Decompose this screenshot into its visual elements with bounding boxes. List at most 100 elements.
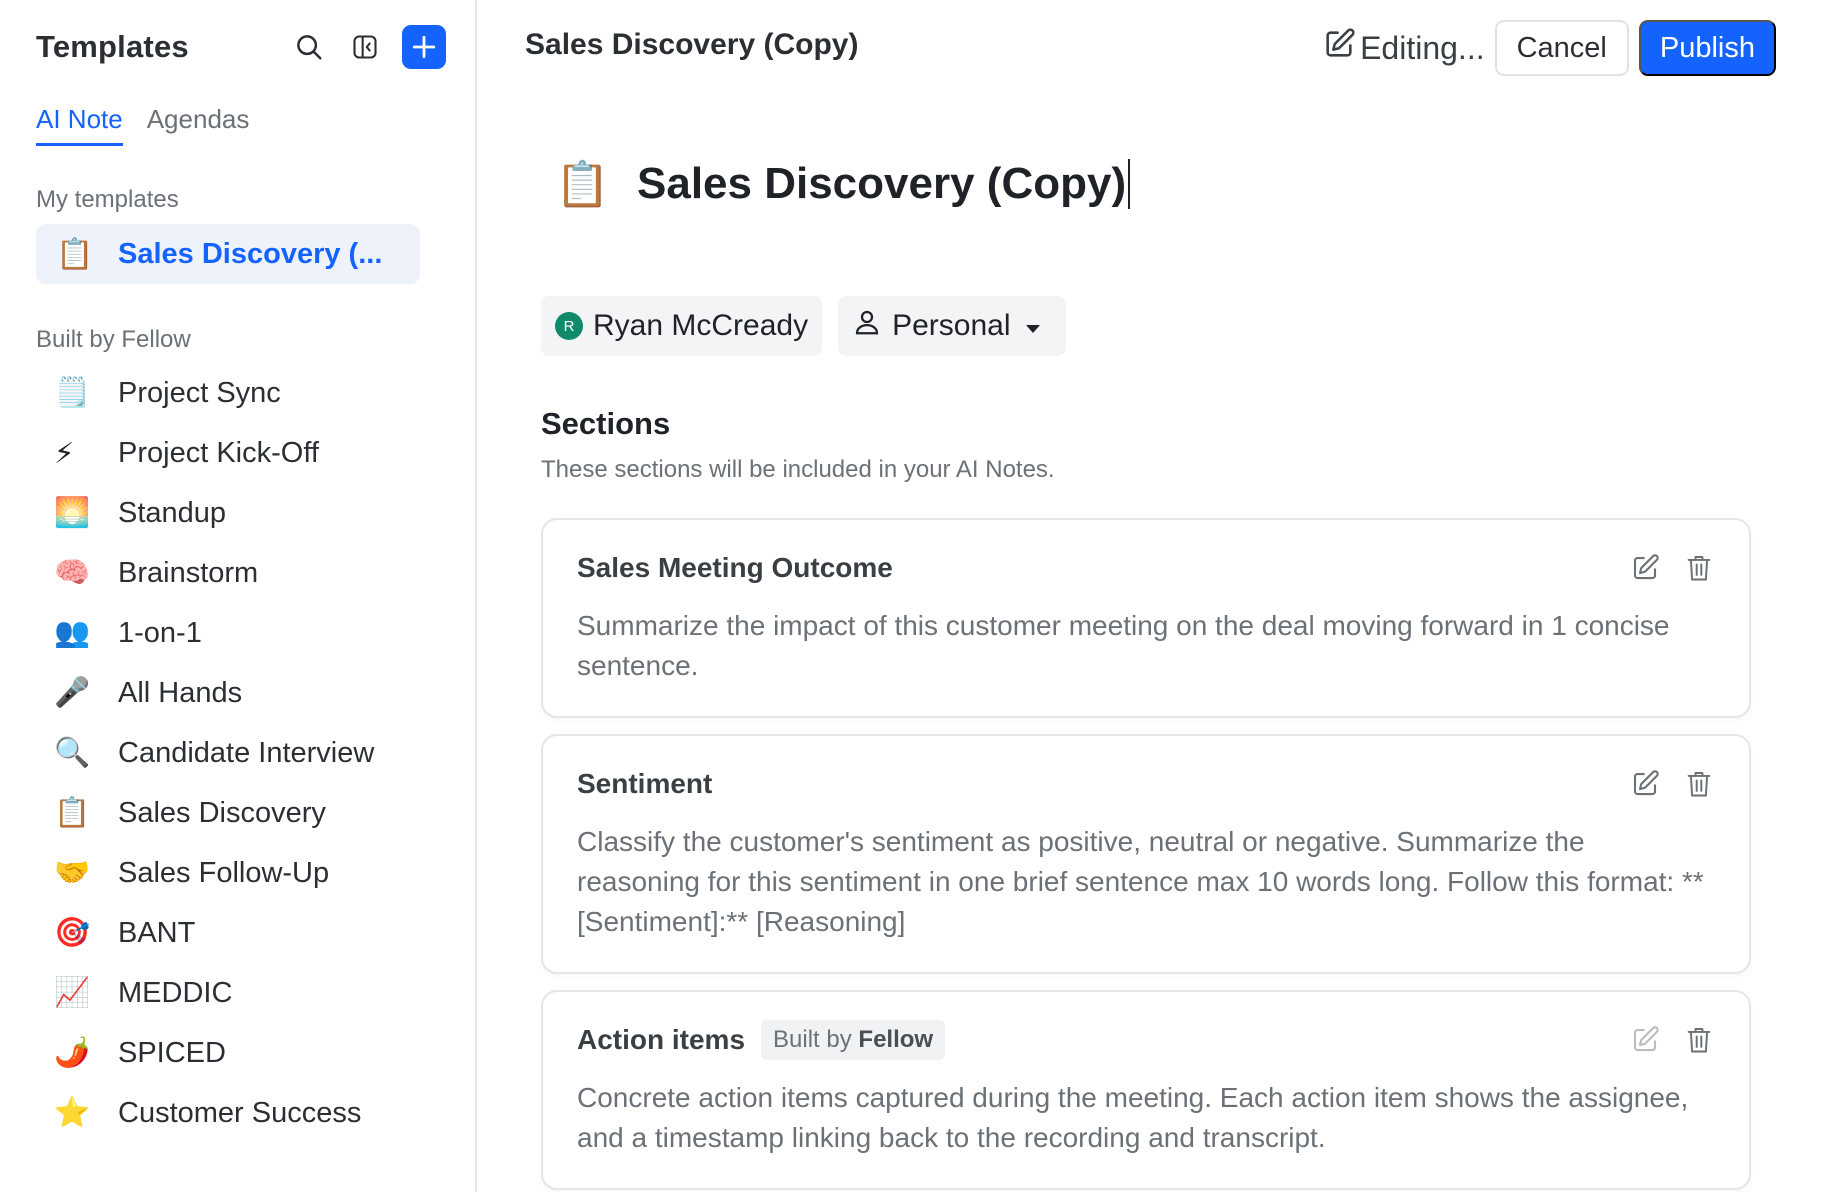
chili-pepper-icon: 🌶️ [54, 1037, 91, 1069]
sidebar: Templates AI Note Agendas My templates 📋… [0, 0, 477, 1192]
add-template-button[interactable] [402, 25, 446, 69]
section-card[interactable]: Sales Meeting Outcome Summarize the impac… [541, 518, 1751, 718]
sidebar-item-brainstorm[interactable]: 🧠 Brainstorm [36, 543, 436, 603]
section-header: Sales Meeting Outcome [577, 548, 1715, 588]
sidebar-item-all-hands[interactable]: 🎤 All Hands [36, 663, 436, 723]
app-root: Templates AI Note Agendas My templates 📋… [0, 0, 1822, 1192]
trash-icon[interactable] [1683, 768, 1715, 800]
template-tabs: AI Note Agendas [36, 104, 249, 146]
sidebar-item-label: Brainstorm [118, 556, 259, 589]
sidebar-item-label: MEDDIC [118, 976, 233, 1009]
my-templates-label: My templates [36, 186, 179, 213]
edit-icon[interactable] [1629, 768, 1661, 800]
lightning-icon: ⚡ [54, 437, 75, 470]
sidebar-item-label: 1-on-1 [118, 616, 202, 649]
section-card[interactable]: Sentiment Classify the customer's sentime… [541, 734, 1751, 974]
notepad-icon: 🗒️ [54, 377, 91, 409]
section-actions [1629, 1024, 1715, 1056]
search-icon[interactable] [286, 24, 332, 70]
star-icon: ⭐ [54, 1097, 91, 1129]
sidebar-item-sales-follow-up[interactable]: 🤝 Sales Follow-Up [36, 843, 436, 903]
sidebar-item-label: SPICED [118, 1036, 226, 1069]
sidebar-item-meddic[interactable]: 📈 MEDDIC [36, 963, 436, 1023]
sidebar-item-sales-discovery[interactable]: 📋 Sales Discovery [36, 783, 436, 843]
document-title-input[interactable]: Sales Discovery (Copy) [637, 159, 1131, 209]
sidebar-item-bant[interactable]: 🎯 BANT [36, 903, 436, 963]
sunrise-icon: 🌅 [54, 497, 91, 529]
sidebar-item-project-kick-off[interactable]: ⚡ Project Kick-Off [36, 423, 436, 483]
section-description: Concrete action items captured during th… [577, 1082, 1689, 1153]
section-description: Classify the customer's sentiment as pos… [577, 826, 1704, 937]
sidebar-item-label: Sales Discovery (... [118, 237, 383, 270]
section-actions [1629, 552, 1715, 584]
document-meta: R Ryan McCready Personal [541, 296, 1067, 356]
cancel-button[interactable]: Cancel [1494, 20, 1629, 76]
edit-icon [1322, 27, 1360, 69]
sidebar-header: Templates [36, 22, 446, 72]
sidebar-item-label: All Hands [118, 676, 243, 709]
section-actions [1629, 768, 1715, 800]
sidebar-item-label: BANT [118, 916, 196, 949]
sidebar-item-customer-success[interactable]: ⭐ Customer Success [36, 1083, 436, 1143]
brain-icon: 🧠 [54, 557, 91, 589]
sidebar-item-label: Sales Discovery [118, 796, 326, 829]
trash-icon[interactable] [1683, 1024, 1715, 1056]
microphone-icon: 🎤 [54, 677, 91, 709]
section-header: Action items Built by Fellow [577, 1020, 1715, 1060]
sidebar-item-label: Customer Success [118, 1096, 362, 1129]
editing-label: Editing... [1360, 29, 1485, 66]
magnifier-icon: 🔍 [54, 737, 91, 769]
collapse-sidebar-icon[interactable] [342, 24, 388, 70]
owner-name: Ryan McCready [593, 309, 809, 342]
tab-agendas[interactable]: Agendas [147, 104, 250, 146]
sections-subheading: These sections will be included in your … [541, 456, 1055, 483]
editor-toolbar: Editing... Cancel Publish [1322, 20, 1776, 76]
target-icon: 🎯 [54, 917, 91, 949]
badge-brand: Fellow [858, 1026, 934, 1053]
trash-icon[interactable] [1683, 552, 1715, 584]
sidebar-item-label: Project Kick-Off [118, 436, 319, 469]
sections-heading: Sections [541, 406, 671, 441]
chart-increasing-icon: 📈 [54, 977, 91, 1009]
badge-prefix: Built by [773, 1026, 859, 1053]
visibility-value: Personal [892, 309, 1011, 342]
clipboard-icon[interactable]: 📋 [555, 158, 637, 210]
section-title: Sentiment [577, 768, 713, 799]
sidebar-item-sales-discovery-copy[interactable]: 📋 Sales Discovery (... [36, 224, 420, 284]
editing-status: Editing... [1322, 27, 1485, 69]
document-title-row: 📋 Sales Discovery (Copy) [555, 158, 1131, 210]
section-title: Sales Meeting Outcome [577, 552, 893, 583]
caret-down-icon [1024, 309, 1052, 343]
handshake-icon: 🤝 [54, 857, 91, 889]
sidebar-title: Templates [36, 29, 189, 64]
editor-main: Sales Discovery (Copy) Editing... Cancel… [477, 0, 1822, 1192]
section-card[interactable]: Action items Built by Fellow Concrete acti… [541, 990, 1751, 1190]
avatar: R [555, 312, 583, 340]
edit-icon[interactable] [1629, 552, 1661, 584]
page-title: Sales Discovery (Copy) [525, 28, 859, 61]
people-icon: 👥 [54, 617, 91, 649]
visibility-dropdown[interactable]: Personal [838, 296, 1067, 356]
section-title: Action items [577, 1024, 746, 1055]
built-by-badge: Built by Fellow [761, 1020, 946, 1060]
built-templates-list: 🗒️ Project Sync ⚡ Project Kick-Off 🌅 Standup 🧠… [36, 363, 436, 1143]
person-icon [852, 307, 892, 345]
sidebar-item-label: Project Sync [118, 376, 281, 409]
sidebar-item-label: Standup [118, 496, 227, 529]
tab-ai-note[interactable]: AI Note [36, 104, 123, 146]
sidebar-item-project-sync[interactable]: 🗒️ Project Sync [36, 363, 436, 423]
sidebar-item-1-on-1[interactable]: 👥 1-on-1 [36, 603, 436, 663]
clipboard-icon: 📋 [56, 237, 94, 271]
sidebar-item-label: Candidate Interview [118, 736, 375, 769]
sidebar-item-spiced[interactable]: 🌶️ SPICED [36, 1023, 436, 1083]
edit-icon [1629, 1024, 1661, 1056]
clipboard-icon: 📋 [54, 797, 91, 829]
built-by-fellow-label: Built by Fellow [36, 326, 191, 353]
section-header: Sentiment [577, 764, 1715, 804]
sidebar-item-standup[interactable]: 🌅 Standup [36, 483, 436, 543]
sidebar-item-candidate-interview[interactable]: 🔍 Candidate Interview [36, 723, 436, 783]
publish-button[interactable]: Publish [1638, 20, 1776, 76]
owner-chip[interactable]: R Ryan McCready [541, 296, 823, 356]
sidebar-item-label: Sales Follow-Up [118, 856, 330, 889]
section-description: Summarize the impact of this customer me… [577, 610, 1670, 681]
